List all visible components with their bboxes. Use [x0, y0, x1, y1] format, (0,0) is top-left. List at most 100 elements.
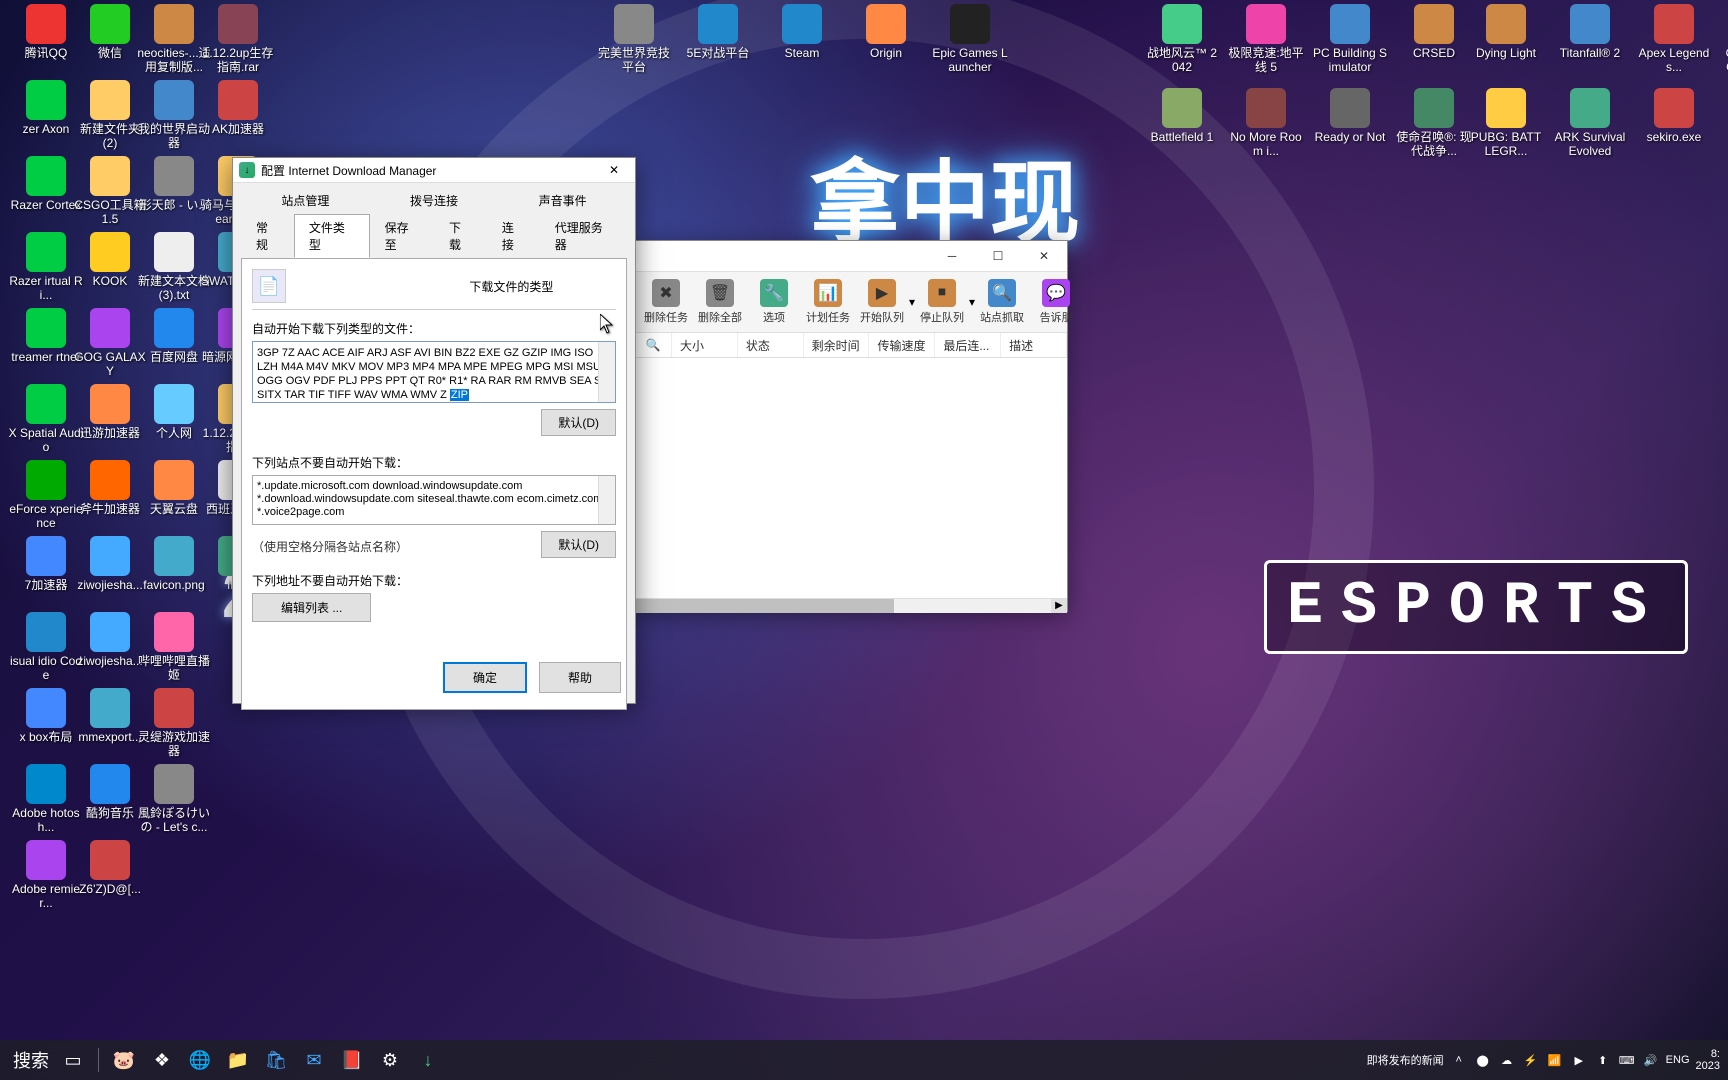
toolbar-告诉朋[interactable]: 💬告诉朋 [1029, 274, 1083, 330]
tray-news-text[interactable]: 即将发布的新闻 [1367, 1052, 1444, 1068]
desktop-icon[interactable]: 哔哩哔哩直播姬 [136, 612, 212, 682]
desktop-icon[interactable]: Battlefield 1 [1144, 88, 1220, 144]
tray-icon[interactable]: ▶ [1570, 1054, 1588, 1067]
desktop-icon[interactable]: Origin [848, 4, 924, 60]
column-header[interactable]: 剩余时间 [804, 333, 870, 357]
edit-list-button[interactable]: 编辑列表 ... [252, 593, 371, 622]
textarea-scrollbar[interactable] [598, 476, 615, 524]
sites-textarea[interactable]: *.update.microsoft.com download.windowsu… [252, 475, 616, 525]
desktop-icon[interactable]: Epic Games Launcher [932, 4, 1008, 74]
taskbar-mail-icon[interactable]: ✉ [298, 1044, 330, 1076]
tray-language[interactable]: ENG [1666, 1054, 1690, 1066]
scrollbar-thumb[interactable] [635, 599, 894, 613]
desktop-icon[interactable]: AK加速器 [200, 80, 276, 136]
close-button[interactable]: ✕ [1021, 241, 1067, 271]
desktop-icon[interactable]: 驾考模拟器 [1720, 88, 1728, 144]
ok-button[interactable]: 确定 [443, 662, 527, 693]
desktop-icon[interactable]: PUBG: BATTLEGR... [1468, 88, 1544, 158]
icon-label: PC Building Simulator [1312, 46, 1388, 74]
column-header[interactable]: 传输速度 [869, 333, 935, 357]
desktop-icon[interactable]: 1.12.2up生存指南.rar [200, 4, 276, 74]
label-autostart-types: 自动开始下载下列类型的文件： [252, 320, 616, 337]
toolbar-删除全部[interactable]: 🗑删除全部 [693, 274, 747, 330]
app-icon [26, 460, 66, 500]
taskbar-idm-icon[interactable]: ↓ [412, 1044, 444, 1076]
desktop-icon[interactable]: 极限竞速:地平线 5 [1228, 4, 1304, 74]
scrollbar-right-arrow[interactable]: ▶ [1051, 599, 1067, 613]
tray-icon[interactable]: ⬤ [1474, 1054, 1492, 1067]
taskbar-app-2[interactable]: ❖ [146, 1044, 178, 1076]
tab-常规[interactable]: 常规 [241, 214, 294, 258]
toolbar-停止队列[interactable]: ⏹停止队列 [915, 274, 969, 330]
desktop-icon[interactable]: 5E对战平台 [680, 4, 756, 60]
toolbar-开始队列[interactable]: ▶开始队列 [855, 274, 909, 330]
maximize-button[interactable]: ☐ [975, 241, 1021, 271]
column-header[interactable]: 大小 [672, 333, 738, 357]
dialog-close-button[interactable]: ✕ [599, 163, 629, 177]
taskbar-explorer-icon[interactable]: 📁 [222, 1044, 254, 1076]
tab-content-file-types: 📄 下载文件的类型 自动开始下载下列类型的文件： 3GP 7Z AAC ACE … [241, 258, 627, 710]
tab-代理服务器[interactable]: 代理服务器 [540, 214, 627, 258]
desktop-icon[interactable]: 完美世界竞技平台 [596, 4, 672, 74]
search-icon[interactable]: 🔍 [635, 333, 672, 357]
column-header[interactable]: 描述 [1001, 333, 1067, 357]
icon-label: No More Room i... [1228, 130, 1304, 158]
task-view-icon[interactable]: ▭ [57, 1044, 89, 1076]
desktop-icon[interactable]: 灵缇游戏加速器 [136, 688, 212, 758]
default-button-1[interactable]: 默认(D) [541, 409, 616, 436]
desktop-icon[interactable]: 風鈴ぽるけいの - Let's c... [136, 764, 212, 834]
column-header[interactable]: 状态 [738, 333, 804, 357]
tray-icon[interactable]: ☁ [1498, 1054, 1516, 1067]
help-button[interactable]: 帮助 [539, 662, 621, 693]
taskbar-app-6[interactable]: 📕 [336, 1044, 368, 1076]
toolbar-删除任务[interactable]: ✖删除任务 [639, 274, 693, 330]
tab-文件类型[interactable]: 文件类型 [294, 214, 370, 258]
desktop-icon[interactable]: Ready or Not [1312, 88, 1388, 144]
app-icon [26, 232, 66, 272]
tab-声音事件[interactable]: 声音事件 [524, 187, 602, 214]
desktop-icon[interactable]: Counter-S... Global Off... [1720, 4, 1728, 74]
desktop-icon[interactable]: Steam [764, 4, 840, 60]
tray-date[interactable]: 2023 [1696, 1060, 1720, 1072]
default-button-2[interactable]: 默认(D) [541, 531, 616, 558]
tray-icon[interactable]: 📶 [1546, 1054, 1564, 1067]
desktop-icon[interactable]: Z6'Z)D@[... [72, 840, 148, 896]
label-noauto-sites: 下列站点不要自动开始下载： [252, 454, 616, 471]
tray-icon[interactable]: ⬆ [1594, 1054, 1612, 1067]
tray-chevron-up-icon[interactable]: ˄ [1450, 1054, 1468, 1066]
desktop-icon[interactable]: 使命召唤®: 现代战争... [1396, 88, 1472, 158]
desktop-icon[interactable]: Apex Legends... [1636, 4, 1712, 74]
idm-horizontal-scrollbar[interactable]: ▶ [635, 598, 1067, 613]
minimize-button[interactable]: ─ [929, 241, 975, 271]
taskbar-steam-icon[interactable]: ⚙ [374, 1044, 406, 1076]
tab-拨号连接[interactable]: 拨号连接 [395, 187, 473, 214]
toolbar-站点抓取[interactable]: 🔍站点抓取 [975, 274, 1029, 330]
desktop-icon[interactable]: Dying Light [1468, 4, 1544, 60]
tab-下载[interactable]: 下载 [434, 214, 487, 258]
idm-download-list[interactable] [635, 358, 1067, 598]
desktop-icon[interactable]: sekiro.exe [1636, 88, 1712, 144]
tray-time[interactable]: 8: [1711, 1048, 1720, 1060]
tab-保存至[interactable]: 保存至 [370, 214, 434, 258]
icon-label: 极限竞速:地平线 5 [1228, 46, 1304, 74]
tray-icon[interactable]: ⚡ [1522, 1054, 1540, 1067]
tab-站点管理[interactable]: 站点管理 [266, 187, 344, 214]
desktop-icon[interactable]: CRSED [1396, 4, 1472, 60]
column-header[interactable]: 最后连... [935, 333, 1001, 357]
toolbar-计划任务[interactable]: 📊计划任务 [801, 274, 855, 330]
toolbar-选项[interactable]: 🔧选项 [747, 274, 801, 330]
desktop-icon[interactable]: ARK Survival Evolved [1552, 88, 1628, 158]
taskbar-app-1[interactable]: 🐷 [108, 1044, 140, 1076]
taskbar-search[interactable]: 搜索 [11, 1044, 51, 1076]
taskbar-edge-icon[interactable]: 🌐 [184, 1044, 216, 1076]
tray-icon[interactable]: ⌨ [1618, 1054, 1636, 1067]
tray-volume-icon[interactable]: 🔊 [1642, 1054, 1660, 1067]
taskbar-store-icon[interactable]: 🛍 [260, 1044, 292, 1076]
file-types-textarea[interactable]: 3GP 7Z AAC ACE AIF ARJ ASF AVI BIN BZ2 E… [252, 341, 616, 403]
textarea-scrollbar[interactable] [598, 342, 615, 402]
desktop-icon[interactable]: Titanfall® 2 [1552, 4, 1628, 60]
desktop-icon[interactable]: No More Room i... [1228, 88, 1304, 158]
desktop-icon[interactable]: 战地风云™ 2042 [1144, 4, 1220, 74]
desktop-icon[interactable]: PC Building Simulator [1312, 4, 1388, 74]
tab-连接[interactable]: 连接 [487, 214, 540, 258]
